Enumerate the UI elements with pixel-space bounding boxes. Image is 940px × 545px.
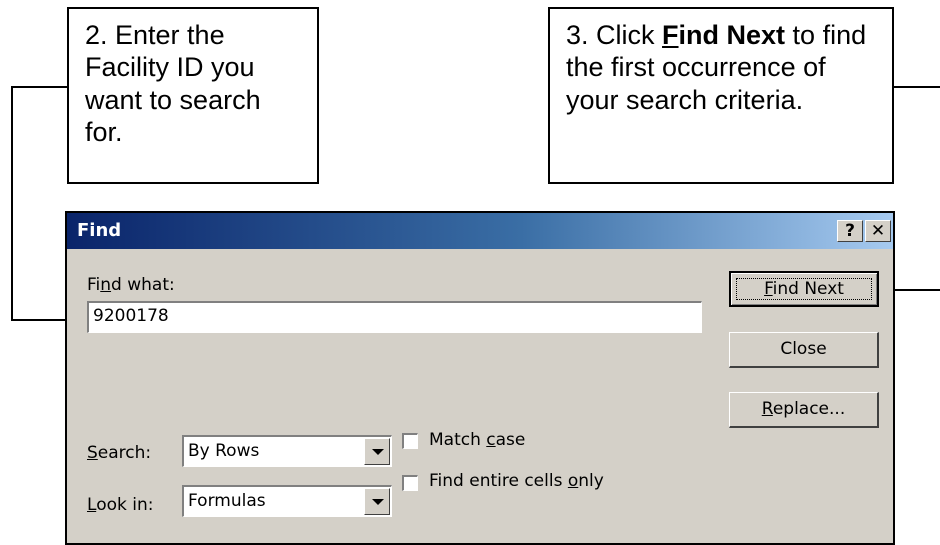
dropdown-arrow-icon[interactable] bbox=[364, 488, 390, 515]
help-icon[interactable]: ? bbox=[837, 220, 863, 242]
find-what-input[interactable]: 9200178 bbox=[87, 301, 702, 333]
find-next-button[interactable]: Find Next bbox=[729, 271, 879, 307]
search-label-accel: S bbox=[87, 443, 98, 463]
dialog-title: Find bbox=[77, 220, 122, 241]
entire-cells-label-post: nly bbox=[578, 471, 604, 491]
entire-cells-checkbox[interactable] bbox=[402, 475, 418, 491]
callout-click-find-next: 3. Click Find Next to find the first occ… bbox=[548, 7, 894, 184]
match-case-checkbox[interactable] bbox=[402, 433, 418, 449]
callout-3-button-ref-first: F bbox=[662, 20, 679, 50]
match-case-label-accel: c bbox=[486, 430, 496, 450]
replace-accel: R bbox=[761, 399, 773, 419]
replace-button[interactable]: Replace... bbox=[729, 392, 879, 428]
dropdown-arrow-icon[interactable] bbox=[364, 438, 390, 465]
search-label: Search: bbox=[87, 443, 151, 463]
callout-2-text: 2. Enter the Facility ID you want to sea… bbox=[85, 20, 261, 148]
entire-cells-label-pre: Find entire cells bbox=[429, 471, 568, 491]
close-button[interactable]: Close bbox=[729, 332, 879, 368]
look-in-label: Look in: bbox=[87, 495, 153, 515]
replace-label: eplace... bbox=[772, 399, 846, 419]
callout-3-button-ref-rest: ind Next bbox=[678, 20, 786, 50]
match-case-label[interactable]: Match case bbox=[429, 430, 525, 450]
look-in-select[interactable]: Formulas bbox=[182, 485, 392, 517]
callout-3-prefix: 3. Click bbox=[566, 20, 663, 50]
match-case-label-post: ase bbox=[495, 430, 526, 450]
find-what-label-post: d what: bbox=[111, 275, 175, 295]
find-what-label-pre: Fi bbox=[87, 275, 101, 295]
find-dialog: Find ? ✕ Find what: 9200178 Find Next Cl… bbox=[65, 211, 895, 545]
look-in-label-accel: L bbox=[87, 495, 97, 515]
match-case-label-pre: Match bbox=[429, 430, 487, 450]
search-label-rest: earch: bbox=[97, 443, 152, 463]
search-select[interactable]: By Rows bbox=[182, 435, 392, 467]
entire-cells-label[interactable]: Find entire cells only bbox=[429, 471, 604, 491]
entire-cells-label-accel: o bbox=[567, 471, 579, 491]
search-select-value: By Rows bbox=[188, 441, 260, 461]
look-in-select-value: Formulas bbox=[188, 491, 266, 511]
find-what-label: Find what: bbox=[87, 275, 175, 295]
dialog-title-bar[interactable]: Find ? ✕ bbox=[67, 213, 893, 249]
focus-rect bbox=[736, 278, 872, 300]
callout-enter-facility-id: 2. Enter the Facility ID you want to sea… bbox=[67, 7, 319, 184]
look-in-label-rest: ook in: bbox=[96, 495, 154, 515]
find-what-label-accel: n bbox=[100, 275, 112, 295]
close-icon[interactable]: ✕ bbox=[865, 220, 891, 242]
